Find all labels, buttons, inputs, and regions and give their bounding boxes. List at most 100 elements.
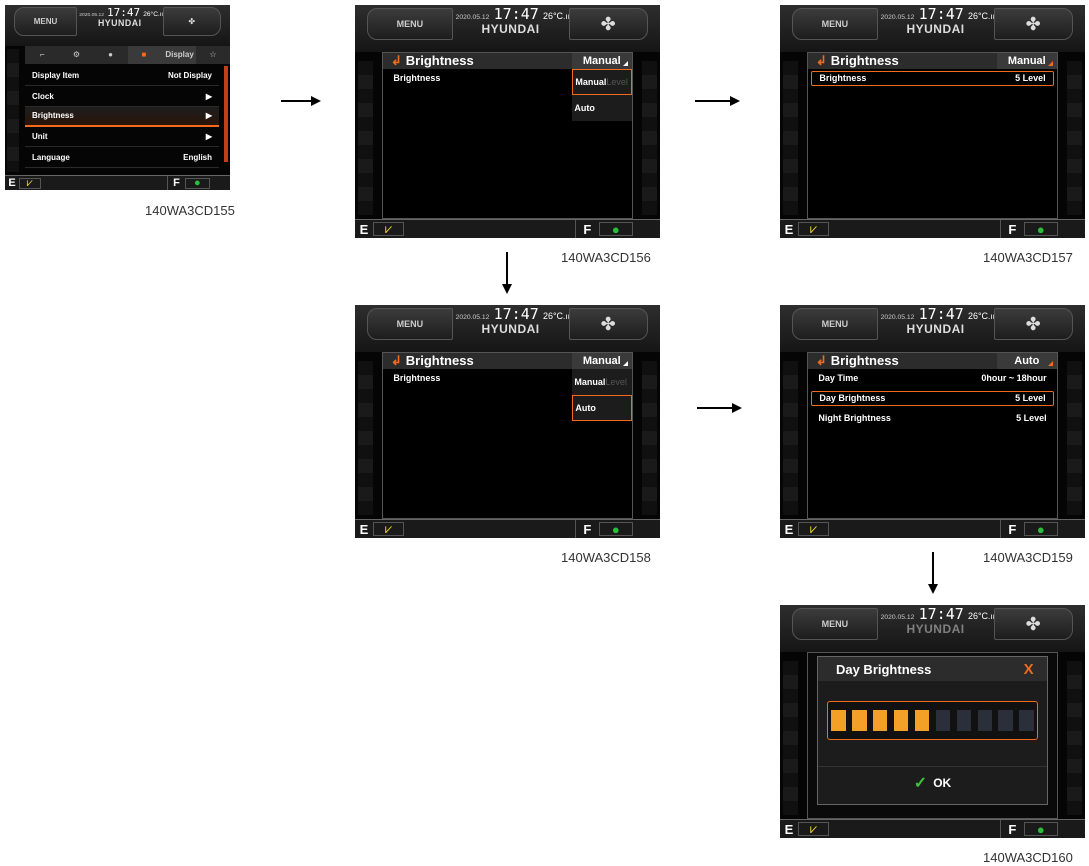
fan-icon[interactable]: ✤	[162, 7, 221, 36]
mode-select[interactable]: Manual	[572, 352, 632, 370]
header-bar: MENU 2020.05.12 17:47 26°C.ııl HYUNDAI ✤	[355, 305, 660, 352]
option-auto[interactable]: Auto	[572, 395, 632, 422]
close-icon[interactable]: X	[1024, 657, 1034, 681]
temp-text: 26°C	[143, 10, 158, 18]
header-bar: MENU 2020.05.12 17:47 26°C.ııl HYUNDAI ✤	[780, 305, 1085, 352]
turtle-icon: ●	[1024, 822, 1058, 837]
menu-button[interactable]: MENU	[14, 7, 77, 36]
menu-button[interactable]: MENU	[792, 307, 878, 341]
side-icons-left	[783, 660, 799, 815]
back-icon[interactable]: ↲	[391, 353, 402, 369]
level-segment	[851, 709, 867, 732]
mode-select[interactable]: Auto	[997, 352, 1057, 370]
brightness-row[interactable]: Brightness 5 Level	[810, 70, 1055, 86]
side-icons-left	[783, 360, 799, 515]
side-icons-right	[641, 60, 657, 215]
screen-brightness-dropdown-auto: MENU 2020.05.12 17:47 26°C.ııl HYUNDAI ✤…	[355, 305, 660, 538]
turtle-icon: ●	[1024, 522, 1058, 537]
list-item[interactable]: Brightness ▶	[25, 106, 219, 128]
tab-display[interactable]: ■ Display	[127, 45, 196, 65]
list-item[interactable]: Unit ▶	[25, 127, 219, 148]
night-brightness-row[interactable]: Night Brightness 5 Level	[811, 411, 1054, 426]
brand-logo: HYUNDAI	[481, 321, 540, 336]
content-area: ↲ Brightness Manual Brightness Manual Leve…	[382, 351, 633, 520]
fan-icon[interactable]: ✤	[568, 7, 648, 41]
brand-logo: HYUNDAI	[906, 21, 965, 36]
brand-logo: HYUNDAI	[481, 21, 540, 36]
mode-select[interactable]: Manual	[572, 52, 632, 70]
option-manual[interactable]: Manual Level	[572, 69, 632, 96]
clock-text: 17:47	[107, 5, 141, 19]
level-slider[interactable]	[826, 701, 1039, 740]
content-area: ↲ Brightness Manual Brightness 5 Level	[807, 51, 1058, 220]
menu-button[interactable]: MENU	[367, 307, 453, 341]
fan-icon[interactable]: ✤	[993, 307, 1073, 341]
boom-icon: ⩗	[373, 221, 404, 237]
side-icons-right	[1066, 360, 1082, 515]
boom-icon: ⩗	[798, 221, 829, 237]
turtle-icon: ●	[185, 177, 210, 189]
ok-button[interactable]: ✓ OK	[817, 766, 1048, 798]
check-icon: ✓	[913, 774, 928, 792]
level-segment	[914, 709, 930, 732]
user-icon[interactable]: ●	[94, 50, 128, 59]
mode-dropdown: Manual Level Auto	[572, 369, 632, 422]
brand-logo: HYUNDAI	[906, 321, 965, 336]
side-icons-left	[7, 49, 19, 172]
gear-icon[interactable]: ⚙	[59, 50, 93, 59]
footer-bar: E ⩗ F ●	[355, 219, 660, 238]
dialog-title: Day Brightness	[817, 657, 1048, 681]
back-icon[interactable]: ↲	[816, 53, 827, 69]
level-segment	[830, 709, 846, 732]
option-auto[interactable]: Auto	[572, 95, 632, 121]
fan-icon[interactable]: ✤	[568, 307, 648, 341]
scrollbar[interactable]	[224, 66, 228, 163]
back-icon[interactable]: ↲	[391, 53, 402, 69]
star-icon[interactable]: ☆	[196, 50, 230, 59]
list-item[interactable]: Language English	[25, 147, 219, 168]
seat-icon[interactable]: ⌐	[25, 50, 59, 59]
boom-icon: ⩗	[18, 177, 41, 189]
header-bar: MENU 2020.05.12 17:47 26°C.ııl HYUNDAI ✤	[5, 5, 230, 46]
boom-icon: ⩗	[798, 821, 829, 837]
list-item[interactable]: Clock ▶	[25, 86, 219, 107]
level-segment	[956, 709, 972, 732]
back-icon[interactable]: ↲	[816, 353, 827, 369]
day-time-row[interactable]: Day Time 0hour ~ 18hour	[811, 371, 1054, 386]
fan-icon[interactable]: ✤	[993, 607, 1073, 641]
footer-bar: E ⩗ F ●	[780, 519, 1085, 538]
caption: 140WA3CD157	[983, 250, 1073, 265]
side-icons-left	[358, 60, 374, 215]
side-icons-left	[358, 360, 374, 515]
menu-button[interactable]: MENU	[792, 607, 878, 641]
status-info: 2020.05.12 17:47 26°C.ııl HYUNDAI	[79, 5, 164, 29]
screen-brightness-auto: MENU 2020.05.12 17:47 26°C.ııl HYUNDAI ✤…	[780, 305, 1085, 538]
list-item[interactable]: Display Item Not Display	[25, 66, 219, 87]
side-icons-right	[1066, 660, 1082, 815]
menu-button[interactable]: MENU	[792, 7, 878, 41]
option-manual[interactable]: Manual Level	[572, 369, 632, 395]
footer-bar: E ⩗ F ●	[780, 819, 1085, 838]
brand-logo: HYUNDAI	[906, 621, 965, 636]
header-bar: MENU 2020.05.12 17:47 26°C.ııl HYUNDAI ✤	[355, 5, 660, 52]
level-segment	[1019, 709, 1035, 732]
caption: 140WA3CD158	[561, 550, 651, 565]
level-segment	[977, 709, 993, 732]
level-segment	[893, 709, 909, 732]
menu-button[interactable]: MENU	[367, 7, 453, 41]
full-label: F	[999, 520, 1024, 538]
content-area: ↲ Brightness Auto Day Time 0hour ~ 18hour …	[807, 351, 1058, 520]
header-bar: MENU 2020.05.12 17:47 26°C.ııl HYUNDAI ✤	[780, 5, 1085, 52]
brand-logo: HYUNDAI	[97, 18, 142, 29]
day-brightness-row[interactable]: Day Brightness 5 Level	[810, 390, 1055, 406]
side-icons-left	[783, 60, 799, 215]
level-segment	[998, 709, 1014, 732]
fan-icon[interactable]: ✤	[993, 7, 1073, 41]
mode-dropdown: Manual Level Auto	[572, 69, 632, 122]
arrow-down	[502, 252, 512, 294]
mode-select[interactable]: Manual	[997, 52, 1057, 70]
footer-bar: E ⩗ F ●	[5, 175, 230, 190]
arrow-right	[697, 403, 742, 413]
date-text: 2020.05.12	[79, 12, 104, 18]
caption: 140WA3CD155	[145, 203, 235, 218]
